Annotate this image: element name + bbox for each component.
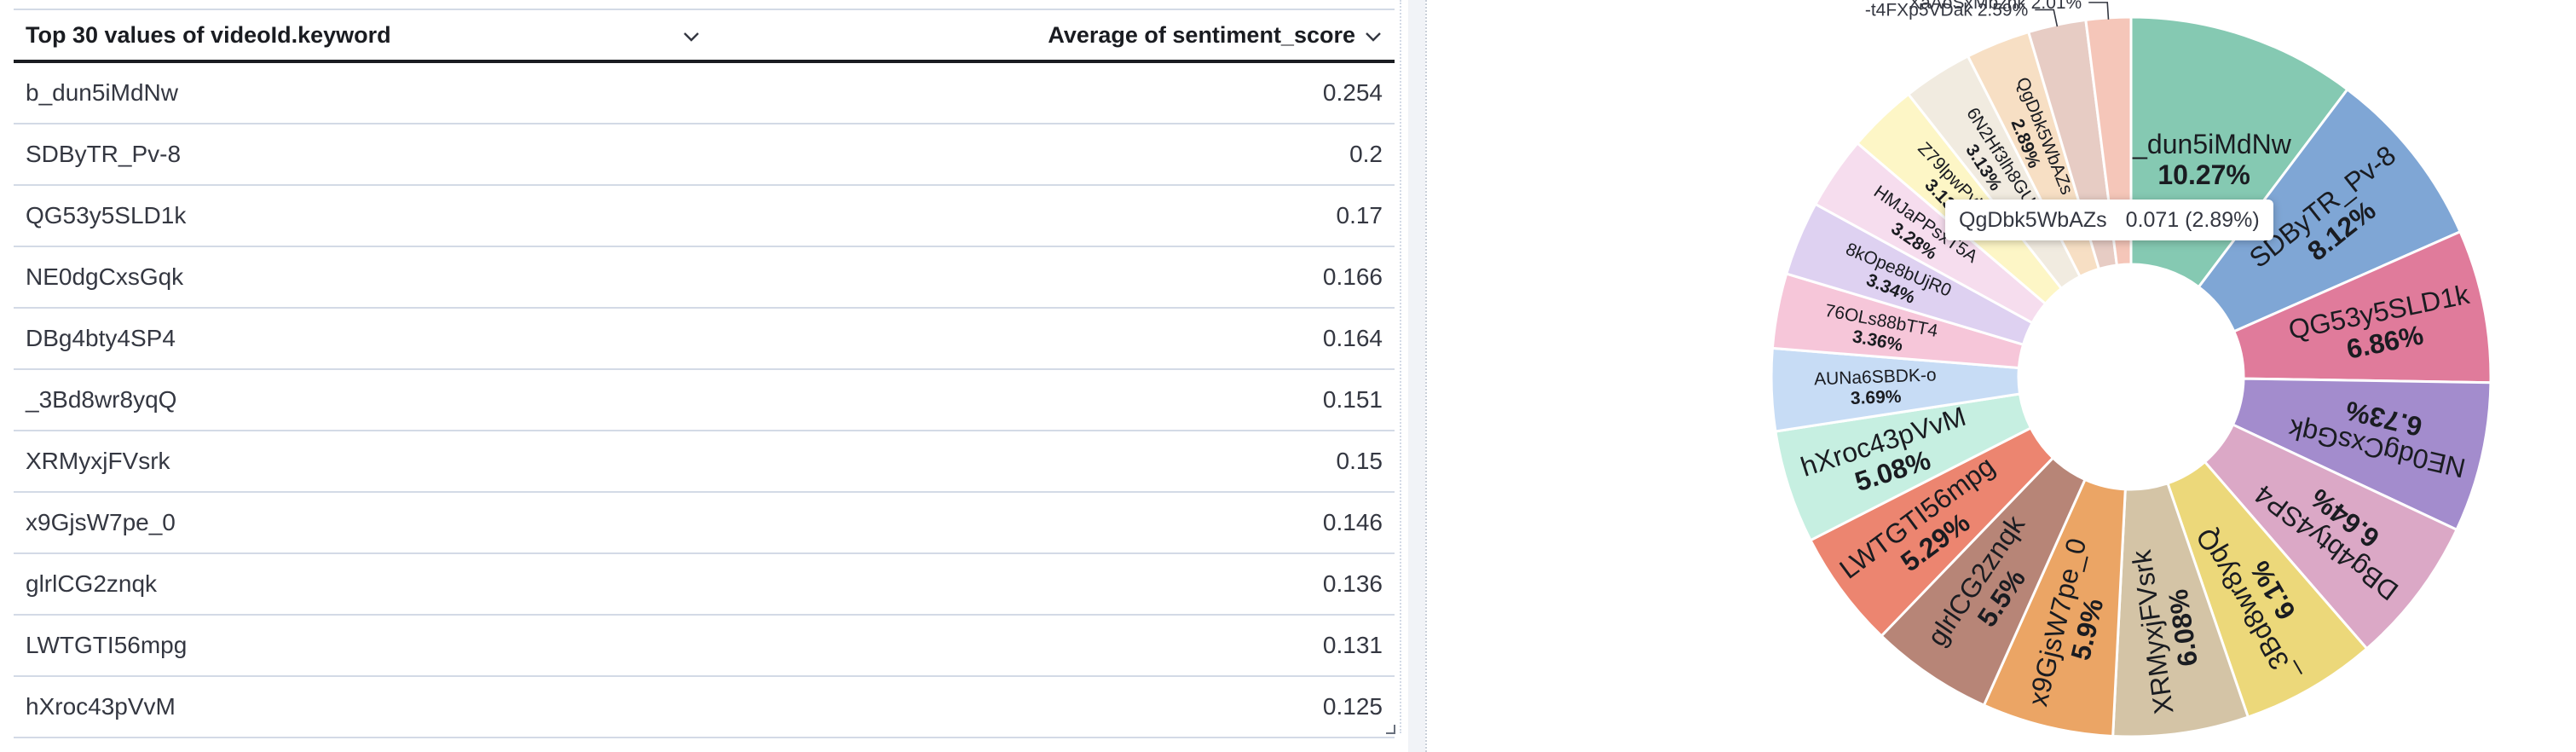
slice-label-percent: 10.27%: [2157, 159, 2250, 190]
donut-chart: b_dun5iMdNw10.27%SDByTR_Pv-88.12%QG53y5S…: [1770, 0, 2492, 738]
slice-outside-label: XaAoSxMbzhk 2.01%: [1909, 0, 2082, 13]
slice-label-percent: 3.69%: [1851, 387, 1903, 408]
tooltip-label: QgDbk5WbAZs: [1959, 207, 2107, 232]
tooltip-value: 0.071 (2.89%): [2125, 207, 2260, 232]
chart-tooltip: QgDbk5WbAZs 0.071 (2.89%): [1945, 200, 2273, 240]
slice-label-name: b_dun5iMdNw: [2117, 129, 2291, 159]
